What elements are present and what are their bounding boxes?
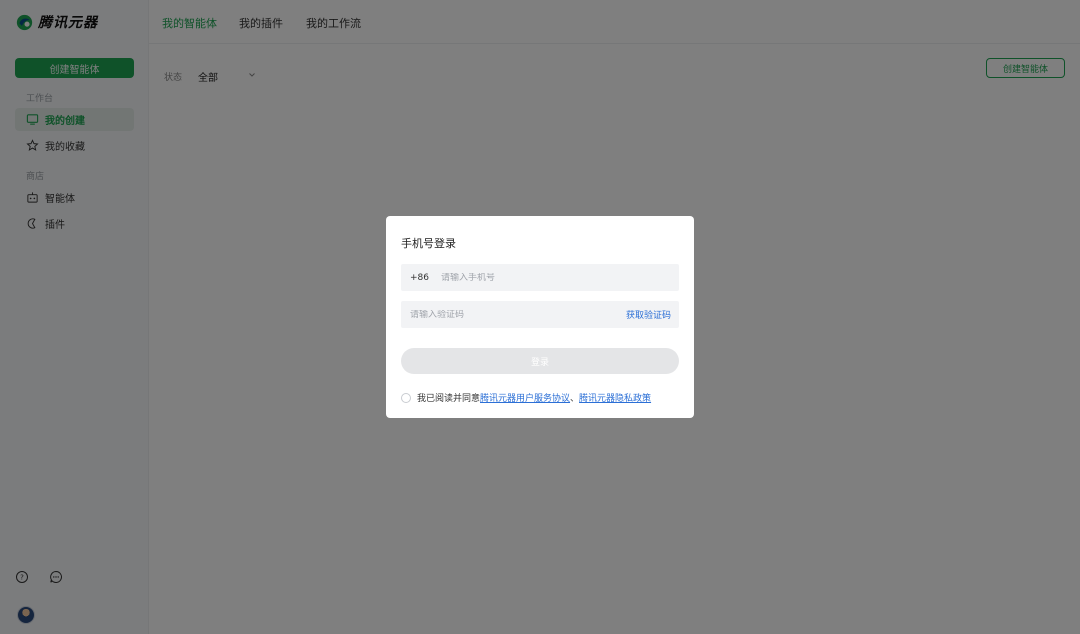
agree-checkbox[interactable]: [401, 392, 411, 403]
login-button[interactable]: 登录: [401, 348, 679, 374]
app-root: 腾讯元器 创建智能体 工作台 我的创建 我的收藏 商店 智能体: [0, 0, 1080, 634]
phone-field: +86: [401, 264, 679, 291]
agree-separator: 、: [570, 394, 580, 404]
agreement-row: 我已阅读并同意 腾讯元器用户服务协议 、 腾讯元器隐私政策: [401, 391, 651, 404]
phone-input[interactable]: [441, 272, 621, 283]
code-input[interactable]: [410, 309, 590, 320]
code-field: 获取验证码: [401, 301, 679, 328]
get-code-link[interactable]: 获取验证码: [626, 308, 671, 321]
phone-prefix[interactable]: +86: [410, 273, 429, 283]
agree-text: 我已阅读并同意: [417, 394, 481, 404]
privacy-link[interactable]: 腾讯元器隐私政策: [579, 391, 651, 404]
login-modal: 手机号登录 +86 获取验证码 登录 我已阅读并同意 腾讯元器用户服务协议 、 …: [386, 216, 694, 418]
terms-link[interactable]: 腾讯元器用户服务协议: [480, 391, 570, 404]
modal-title: 手机号登录: [401, 237, 456, 250]
